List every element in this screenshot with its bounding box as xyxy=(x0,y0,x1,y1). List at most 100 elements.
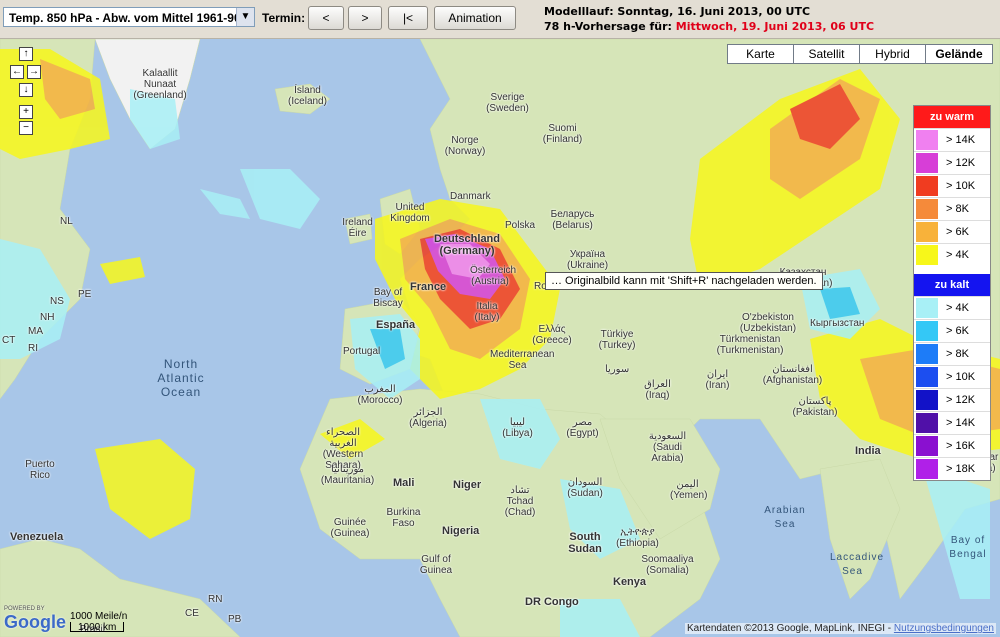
parameter-select-value: Temp. 850 hPa - Abw. vom Mittel 1961-90 xyxy=(9,11,241,25)
label-sweden: Sverige (Sweden) xyxy=(486,92,529,114)
label-ct: CT xyxy=(2,335,16,346)
legend-cold-row: > 12K xyxy=(914,388,990,411)
maptype-satellit[interactable]: Satellit xyxy=(793,44,860,64)
copyright-text: Kartendaten ©2013 Google, MapLink, INEGI… xyxy=(686,623,892,634)
label-afghanistan: افغانستان (Afghanistan) xyxy=(762,364,823,386)
label-india: India xyxy=(855,445,881,457)
legend-gap xyxy=(914,266,990,274)
legend-cold-label: > 16K xyxy=(946,440,976,452)
label-portugal: Portugal xyxy=(343,346,381,357)
zoom-out-button[interactable]: − xyxy=(19,121,33,135)
label-norway: Norge (Norway) xyxy=(444,135,486,157)
label-nigeria: Nigeria xyxy=(442,525,480,537)
label-northatlantic: North Atlantic Ocean xyxy=(157,357,205,399)
label-italia: Italia (Italy) xyxy=(474,301,500,323)
google-logo[interactable]: POWERED BY Google xyxy=(4,606,66,633)
label-ce: CE xyxy=(185,608,199,619)
label-pe: PE xyxy=(78,289,92,300)
label-tchad: تشاد Tchad (Chad) xyxy=(504,485,536,518)
label-espana: España xyxy=(376,319,416,331)
pan-left-button[interactable]: ← xyxy=(10,65,24,79)
label-iraq: العراق (Iraq) xyxy=(644,379,671,401)
label-uzbekistan: O'zbekiston (Uzbekistan) xyxy=(739,312,797,334)
legend-cold-header: zu kalt xyxy=(914,274,990,296)
scale-bar: 1000 Meile/n 1000 km xyxy=(70,611,127,633)
label-saudi: السعودية (Saudi Arabia) xyxy=(648,431,687,464)
zoom-in-button[interactable]: + xyxy=(19,105,33,119)
label-mali: Mali xyxy=(393,477,415,489)
label-ns: NS xyxy=(50,296,64,307)
legend-cold-label: > 12K xyxy=(946,394,976,406)
scale-miles: 1000 Meile/n xyxy=(70,611,128,622)
label-laccadive: Laccadive Sea xyxy=(830,552,885,577)
label-arabiansea: Arabian Sea xyxy=(764,505,806,530)
first-button[interactable]: |< xyxy=(388,6,428,30)
pan-up-button[interactable]: ↑ xyxy=(19,47,33,61)
next-button[interactable]: > xyxy=(348,6,382,30)
legend: zu warm > 14K > 12K > 10K > 8K > 6K > 4K zu kal… xyxy=(913,105,991,481)
label-yemen: اليمن (Yemen) xyxy=(670,479,708,501)
label-rn: RN xyxy=(208,594,223,605)
legend-cold-row: > 16K xyxy=(914,434,990,457)
label-ma: MA xyxy=(28,326,43,337)
label-iran: ایران (Iran) xyxy=(705,369,730,391)
label-france: France xyxy=(410,281,447,293)
legend-warm-swatch xyxy=(916,176,938,196)
label-pb: PB xyxy=(228,614,242,625)
legend-cold-row: > 6K xyxy=(914,319,990,342)
model-run-text: Modelllauf: Sonntag, 16. Juni 2013, 00 U… xyxy=(544,5,811,18)
label-turkey: Türkiye (Turkey) xyxy=(598,329,636,351)
legend-warm-swatch xyxy=(916,222,938,242)
forecast-text: 78 h-Vorhersage für: Mittwoch, 19. Juni … xyxy=(544,20,874,33)
legend-warm-row: > 10K xyxy=(914,174,990,197)
prev-button[interactable]: < xyxy=(308,6,344,30)
maptype-gelaende[interactable]: Gelände xyxy=(925,44,993,64)
label-ukraine: Україна (Ukraine) xyxy=(566,249,609,271)
label-libya: ليبيا (Libya) xyxy=(502,417,533,439)
chevron-down-icon[interactable]: ▼ xyxy=(236,8,254,26)
label-hellas: Ελλάς (Greece) xyxy=(532,324,572,346)
parameter-select[interactable]: Temp. 850 hPa - Abw. vom Mittel 1961-90 … xyxy=(3,7,255,27)
legend-warm-row: > 8K xyxy=(914,197,990,220)
label-egypt: مصر (Egypt) xyxy=(566,417,599,439)
legend-warm-label: > 8K xyxy=(946,203,969,215)
legend-cold-row: > 18K xyxy=(914,457,990,480)
legend-cold-swatch xyxy=(916,321,938,341)
label-drcongo: DR Congo xyxy=(525,596,579,608)
pan-right-button[interactable]: → xyxy=(27,65,41,79)
toolbar: Temp. 850 hPa - Abw. vom Mittel 1961-90 … xyxy=(0,0,1000,39)
pan-down-button[interactable]: ↓ xyxy=(19,83,33,97)
label-danmark: Danmark xyxy=(450,191,491,202)
label-morocco: المغرب (Morocco) xyxy=(357,384,403,406)
legend-warm-swatch xyxy=(916,199,938,219)
maptype-hybrid[interactable]: Hybrid xyxy=(859,44,926,64)
label-kenya: Kenya xyxy=(613,576,647,588)
label-puertorico: Puerto Rico xyxy=(25,459,55,481)
label-somaliya: Soomaaliya (Somalia) xyxy=(641,554,694,576)
maptype-karte[interactable]: Karte xyxy=(727,44,794,64)
legend-warm-label: > 4K xyxy=(946,249,969,261)
legend-warm-label: > 6K xyxy=(946,226,969,238)
google-logo-text: Google xyxy=(4,612,66,632)
label-venezuela: Venezuela xyxy=(10,531,64,543)
label-pakistan: پاکستان (Pakistan) xyxy=(792,396,838,418)
label-gulfguinea: Gulf of Guinea xyxy=(419,554,453,576)
map-shapes xyxy=(0,39,1000,637)
map-canvas[interactable]: ↑ ← → ↓ + − Karte Satellit Hybrid Geländ… xyxy=(0,39,1000,637)
label-guinee: Guinée (Guinea) xyxy=(330,517,370,539)
label-turkmenistan: Türkmenistan (Turkmenistan) xyxy=(716,334,784,356)
legend-warm-swatch xyxy=(916,245,938,265)
scale-km: 1000 km xyxy=(78,622,117,633)
label-syria: سوريا xyxy=(605,364,630,375)
legend-warm-swatch xyxy=(916,130,938,150)
label-ethiopia: ኢትዮጵያ (Ethiopia) xyxy=(616,527,659,549)
label-med: Mediterranean Sea xyxy=(490,349,555,371)
terms-link[interactable]: Nutzungsbedingungen xyxy=(894,623,994,634)
legend-warm-label: > 12K xyxy=(946,157,976,169)
legend-warm-label: > 14K xyxy=(946,134,976,146)
animation-button[interactable]: Animation xyxy=(434,6,516,30)
forecast-date: Mittwoch, 19. Juni 2013, 06 UTC xyxy=(675,20,875,33)
label-iceland: Ísland (Iceland) xyxy=(288,85,327,107)
label-greenland: Kalaallit Nunaat (Greenland) xyxy=(133,68,187,101)
legend-cold-swatch xyxy=(916,367,938,387)
